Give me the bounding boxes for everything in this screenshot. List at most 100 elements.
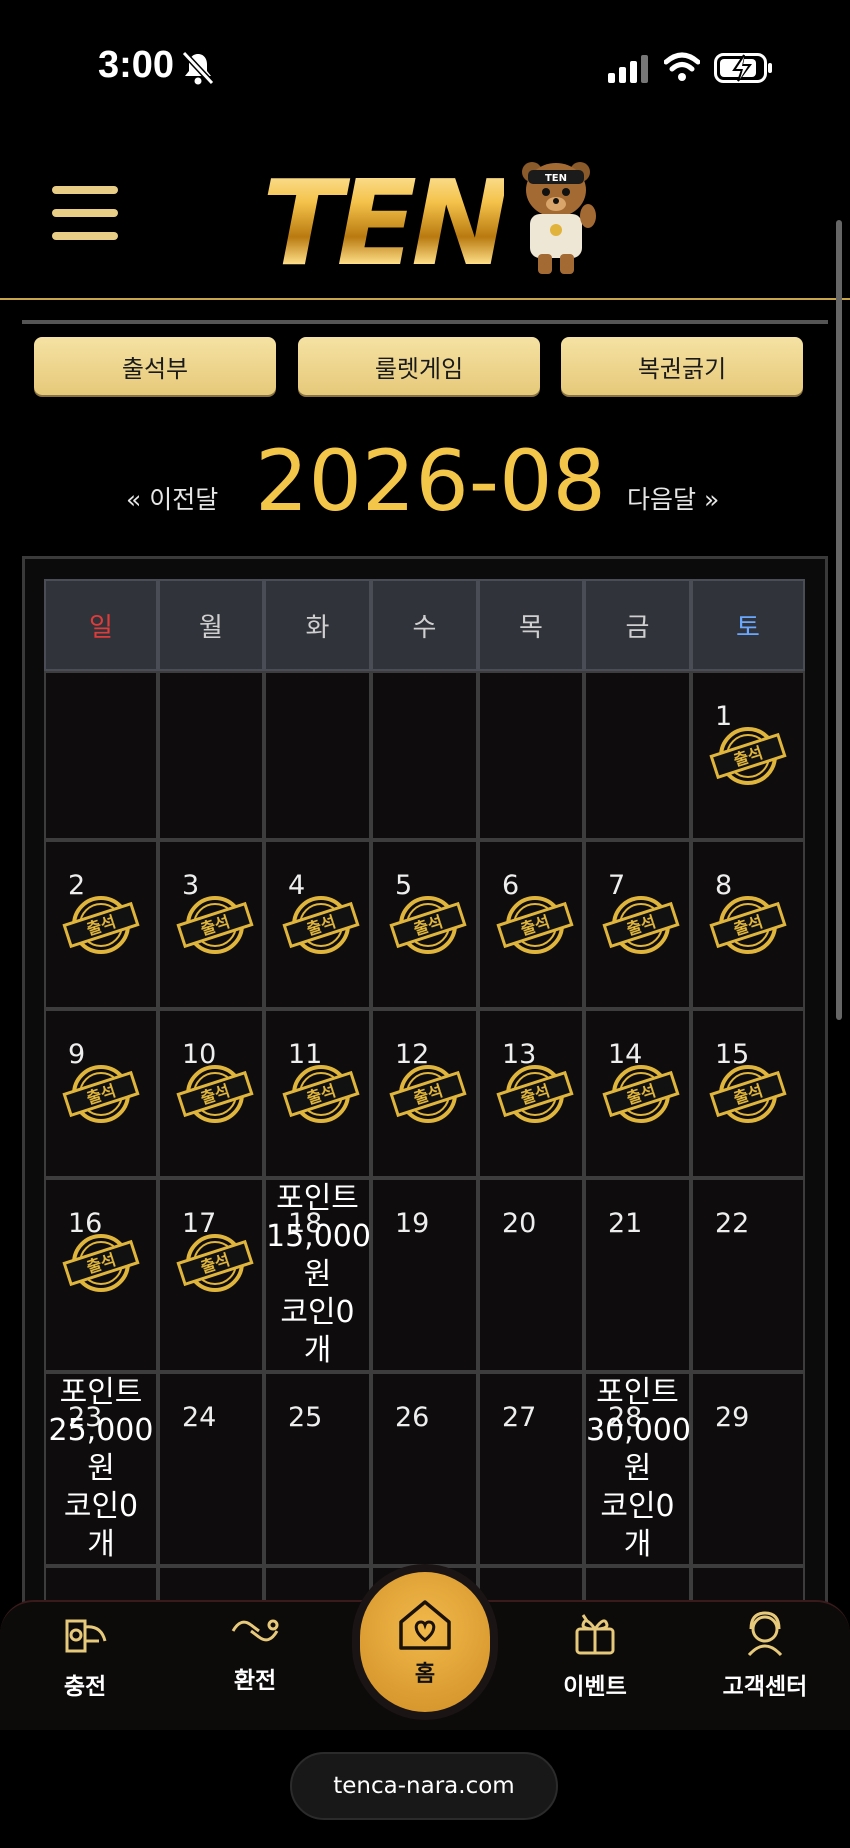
nav-exchange[interactable]: 환전 [185,1605,325,1715]
nav-charge[interactable]: 충전 [15,1605,155,1715]
attendance-stamp-icon: 출석 [602,896,680,954]
attendance-stamp-icon: 출석 [176,896,254,954]
nav-customer-center[interactable]: 고객센터 [695,1605,835,1715]
calendar-day-cell[interactable]: 10 출석 [158,1009,264,1178]
attendance-stamp-icon: 출석 [709,896,787,954]
attendance-stamp-icon: 출석 [496,1065,574,1123]
nav-home[interactable]: 홈 [360,1572,490,1712]
attendance-stamp-icon: 출석 [602,1065,680,1123]
reward-line: 포인트 [276,1181,359,1216]
attendance-stamp-icon: 출석 [62,1065,140,1123]
calendar-day-cell[interactable]: 19 [371,1178,478,1372]
reward-line: 25,000 [48,1413,154,1448]
nav-home-label: 홈 [414,1662,436,1687]
attendance-stamp-icon: 출석 [62,1234,140,1292]
section-divider [22,320,828,324]
attendance-stamp-icon: 출석 [389,896,467,954]
reward-line: 15,000 [266,1219,371,1254]
calendar-day-cell[interactable]: 17 출석 [158,1178,264,1372]
scratch-lottery-button[interactable]: 복권긁기 [561,337,803,395]
calendar-day-cell[interactable]: 28 포인트 30,000 원 코인0 개 [584,1372,691,1566]
calendar-day-cell[interactable]: 7 출석 [584,840,691,1009]
calendar-day-cell[interactable]: 9 출석 [44,1009,158,1178]
attendance-stamp-icon: 출석 [176,1234,254,1292]
calendar-day-cell[interactable]: 29 [691,1372,805,1566]
battery-charging-icon [714,53,772,83]
ten-logo[interactable]: TEN TEN [262,150,596,292]
calendar-day-cell[interactable]: 5 출석 [371,840,478,1009]
attendance-stamp-icon: 출석 [176,1065,254,1123]
day-number: 22 [715,1208,750,1239]
nav-customer-center-label: 고객센터 [722,1674,808,1700]
nav-charge-label: 충전 [63,1674,107,1700]
calendar-day-cell[interactable]: 27 [478,1372,584,1566]
calendar-day-cell [371,671,478,840]
calendar-day-cell[interactable]: 3 출석 [158,840,264,1009]
next-month-link[interactable]: 다음달 » [627,480,719,516]
attendance-stamp-icon: 출석 [709,727,787,785]
calendar-day-cell[interactable]: 11 출석 [264,1009,371,1178]
bear-cap-text: TEN [545,173,567,184]
calendar-day-cell[interactable]: 18 포인트 15,000 원 코인0 개 [264,1178,371,1372]
calendar-day-cell[interactable]: 20 [478,1178,584,1372]
scrollbar[interactable] [836,220,842,1020]
status-time: 3:00 [98,44,175,86]
browser-url-bar[interactable]: tenca-nara.com [290,1752,558,1820]
calendar-day-cell[interactable]: 22 [691,1178,805,1372]
reward-info: 포인트 15,000 원 코인0 개 [266,1180,371,1370]
day-number: 26 [395,1402,430,1433]
site-header: TEN TEN [0,130,850,300]
day-number: 21 [608,1208,643,1239]
signal-icon [608,55,648,83]
calendar-day-cell[interactable]: 26 [371,1372,478,1566]
calendar-day-cell[interactable]: 21 [584,1178,691,1372]
reward-line: 30,000 [586,1413,691,1448]
logo-text: TEN [262,154,510,292]
bell-muted-icon [181,50,215,86]
prev-month-link[interactable]: « 이전달 [126,480,218,516]
attendance-stamp-icon: 출석 [282,1065,360,1123]
calendar-day-cell[interactable]: 14 출석 [584,1009,691,1178]
calendar-day-cell [44,671,158,840]
reward-line: 포인트 [596,1375,679,1410]
day-number: 20 [502,1208,537,1239]
reward-line: 원 [87,1451,115,1486]
reward-line: 개 [303,1333,332,1368]
charge-icon [65,1619,107,1653]
calendar-day-cell[interactable]: 2 출석 [44,840,158,1009]
attendance-stamp-icon: 출석 [496,896,574,954]
weekday-header: 일 [44,579,158,671]
attendance-stamp-icon: 출석 [282,896,360,954]
day-number: 24 [182,1402,217,1433]
calendar-day-cell[interactable]: 4 출석 [264,840,371,1009]
calendar-day-cell[interactable]: 6 출석 [478,840,584,1009]
calendar-day-cell[interactable]: 23 포인트 25,000 원 코인0 개 [44,1372,158,1566]
calendar-day-cell[interactable]: 8 출석 [691,840,805,1009]
home-heart-icon [399,1600,451,1650]
calendar-day-cell[interactable]: 12 출석 [371,1009,478,1178]
calendar-day-cell[interactable]: 24 [158,1372,264,1566]
status-bar: 3:00 [0,0,850,130]
day-number: 19 [395,1208,430,1239]
calendar-day-cell[interactable]: 13 출석 [478,1009,584,1178]
calendar-day-cell [584,671,691,840]
calendar-day-cell[interactable]: 1 출석 [691,671,805,840]
nav-event[interactable]: 이벤트 [525,1605,665,1715]
calendar-day-cell [158,671,264,840]
headset-icon [747,1611,783,1657]
weekday-header: 월 [158,579,264,671]
menu-icon[interactable] [52,186,118,242]
exchange-icon [231,1619,279,1642]
calendar-day-cell[interactable]: 15 출석 [691,1009,805,1178]
attendance-button[interactable]: 출석부 [34,337,276,395]
roulette-button[interactable]: 룰렛게임 [298,337,540,395]
reward-line: 코인0 [63,1489,139,1524]
reward-line: 개 [87,1527,115,1562]
weekday-header: 토 [691,579,805,671]
reward-line: 원 [303,1257,332,1292]
attendance-stamp-icon: 출석 [389,1065,467,1123]
calendar-day-cell[interactable]: 16 출석 [44,1178,158,1372]
day-number: 25 [288,1402,323,1433]
weekday-header: 금 [584,579,691,671]
calendar-day-cell[interactable]: 25 [264,1372,371,1566]
